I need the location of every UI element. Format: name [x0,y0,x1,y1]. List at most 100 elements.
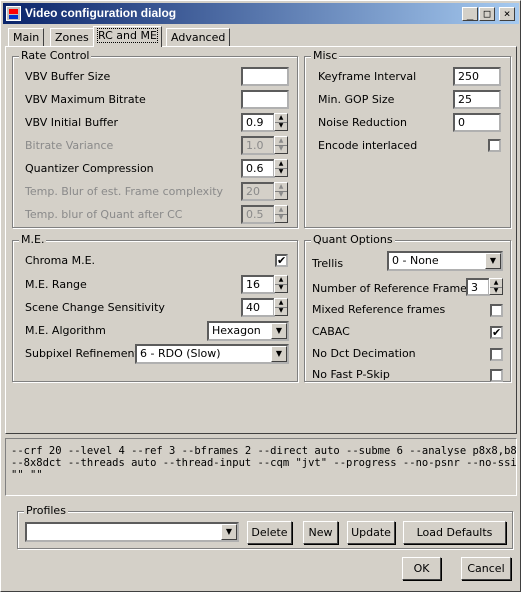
vbv-max-bitrate-input[interactable] [241,90,289,109]
load-defaults-button[interactable]: Load Defaults [403,521,506,544]
tab-advanced[interactable]: Advanced [166,28,231,46]
min-gop-size-label: Min. GOP Size [318,93,395,106]
bitrate-variance-input[interactable]: 1.0 [241,136,275,155]
me-algorithm-label: M.E. Algorithm [25,324,106,337]
me-range-label: M.E. Range [25,278,87,291]
temp-blur-complexity-label: Temp. Blur of est. Frame complexity [25,185,224,198]
scene-change-label: Scene Change Sensitivity [25,301,165,314]
commandline-line: "" "" [11,469,43,481]
mixed-ref-label: Mixed Reference frames [312,303,446,316]
noise-reduction-label: Noise Reduction [318,116,407,129]
title-bar[interactable]: Video configuration dialog _ □ × [3,3,519,24]
chevron-down-icon[interactable]: ▼ [271,323,287,339]
new-profile-button[interactable]: New [303,521,338,544]
tab-rc-and-me-label: RC and ME [97,28,158,43]
spin-down-icon[interactable]: ▼ [275,168,287,176]
rate-control-group: Rate Control VBV Buffer Size VBV Maximum… [12,49,298,228]
vbv-initial-buffer-input[interactable]: 0.9 [241,113,275,132]
quant-options-group: Quant Options Trellis 0 - None ▼ Number … [304,233,511,382]
subpixel-refinement-value: 6 - RDO (Slow) [140,347,221,360]
chroma-me-checkbox[interactable]: ✔ [275,254,288,267]
spin-down-icon[interactable]: ▼ [275,284,287,292]
cancel-button[interactable]: Cancel [461,557,511,580]
profile-select[interactable]: ▼ [25,522,239,542]
vbv-max-bitrate-label: VBV Maximum Bitrate [25,93,146,106]
quantizer-compression-label: Quantizer Compression [25,162,154,175]
trellis-select[interactable]: 0 - None ▼ [387,251,503,271]
me-title: M.E. [19,233,47,246]
chroma-me-label: Chroma M.E. [25,254,96,267]
bitrate-variance-label: Bitrate Variance [25,139,114,152]
close-button[interactable]: × [499,7,515,21]
mixed-ref-checkbox[interactable] [490,304,503,317]
update-profile-button[interactable]: Update [347,521,395,544]
spin-down-icon[interactable]: ▼ [275,307,287,315]
subpixel-refinement-label: Subpixel Refinement [25,347,139,360]
noise-reduction-input[interactable]: 0 [453,113,501,132]
commandline-preview[interactable]: --crf 20 --level 4 --ref 3 --bframes 2 -… [5,438,517,496]
scene-change-spinner[interactable]: ▲ ▼ [274,298,288,316]
misc-group: Misc Keyframe Interval 250 Min. GOP Size… [304,49,511,228]
commandline-line: --crf 20 --level 4 --ref 3 --bframes 2 -… [11,445,517,457]
tab-main[interactable]: Main [8,28,45,46]
scene-change-input[interactable]: 40 [241,298,275,317]
vbv-initial-buffer-spinner[interactable]: ▲ ▼ [274,113,288,131]
num-ref-frames-input[interactable]: 3 [466,278,490,296]
me-range-spinner[interactable]: ▲ ▼ [274,275,288,293]
check-mark-icon: ✔ [492,326,502,339]
temp-blur-complexity-input[interactable]: 20 [241,182,275,201]
profiles-title: Profiles [24,504,68,517]
spin-down-icon[interactable]: ▼ [490,287,502,295]
vbv-buffer-size-label: VBV Buffer Size [25,70,111,83]
spin-down-icon[interactable]: ▼ [275,191,287,199]
chevron-down-icon[interactable]: ▼ [485,253,501,269]
temp-blur-complexity-spinner[interactable]: ▲ ▼ [274,182,288,200]
rate-control-title: Rate Control [19,49,92,62]
tab-main-label: Main [13,31,40,44]
chevron-down-icon[interactable]: ▼ [271,346,287,362]
keyframe-interval-label: Keyframe Interval [318,70,417,83]
trellis-value: 0 - None [392,254,439,267]
ok-button[interactable]: OK [402,557,441,580]
temp-blur-quant-spinner[interactable]: ▲ ▼ [274,205,288,223]
delete-profile-button[interactable]: Delete [247,521,292,544]
app-icon [6,6,21,21]
cabac-checkbox[interactable]: ✔ [490,326,503,339]
maximize-button[interactable]: □ [479,7,495,21]
temp-blur-quant-label: Temp. blur of Quant after CC [25,208,183,221]
spin-down-icon[interactable]: ▼ [275,122,287,130]
subpixel-refinement-select[interactable]: 6 - RDO (Slow) ▼ [135,344,289,364]
me-range-input[interactable]: 16 [241,275,275,294]
vbv-buffer-size-input[interactable] [241,67,289,86]
tab-rc-and-me[interactable]: RC and ME [93,26,162,47]
me-group: M.E. Chroma M.E. ✔ M.E. Range 16 ▲ ▼ Scen… [12,233,298,382]
no-fast-pskip-checkbox[interactable] [490,369,503,382]
chevron-down-icon[interactable]: ▼ [221,524,237,540]
encode-interlaced-label: Encode interlaced [318,139,418,152]
misc-title: Misc [311,49,340,62]
spin-down-icon[interactable]: ▼ [275,214,287,222]
tab-advanced-label: Advanced [171,31,226,44]
vbv-initial-buffer-label: VBV Initial Buffer [25,116,119,129]
me-algorithm-select[interactable]: Hexagon ▼ [207,321,289,341]
num-ref-frames-spinner[interactable]: ▲ ▼ [489,278,503,295]
no-dct-decimation-label: No Dct Decimation [312,347,416,360]
keyframe-interval-input[interactable]: 250 [453,67,501,86]
tab-panel: Rate Control VBV Buffer Size VBV Maximum… [5,46,517,434]
dialog-window: Video configuration dialog _ □ × Main Zo… [0,0,521,592]
quantizer-compression-spinner[interactable]: ▲ ▼ [274,159,288,177]
quantizer-compression-input[interactable]: 0.6 [241,159,275,178]
min-gop-size-input[interactable]: 25 [453,90,501,109]
num-ref-frames-label: Number of Reference Frames [312,282,473,295]
tab-zones[interactable]: Zones [50,28,94,46]
cabac-label: CABAC [312,325,350,338]
quant-options-title: Quant Options [311,233,395,246]
profiles-group: Profiles ▼ Delete New Update Load Defaul… [17,504,513,549]
no-dct-decimation-checkbox[interactable] [490,348,503,361]
encode-interlaced-checkbox[interactable] [488,139,501,152]
spin-down-icon[interactable]: ▼ [275,145,287,153]
temp-blur-quant-input[interactable]: 0.5 [241,205,275,224]
minimize-button[interactable]: _ [462,7,478,21]
bitrate-variance-spinner[interactable]: ▲ ▼ [274,136,288,154]
tab-zones-label: Zones [55,31,89,44]
